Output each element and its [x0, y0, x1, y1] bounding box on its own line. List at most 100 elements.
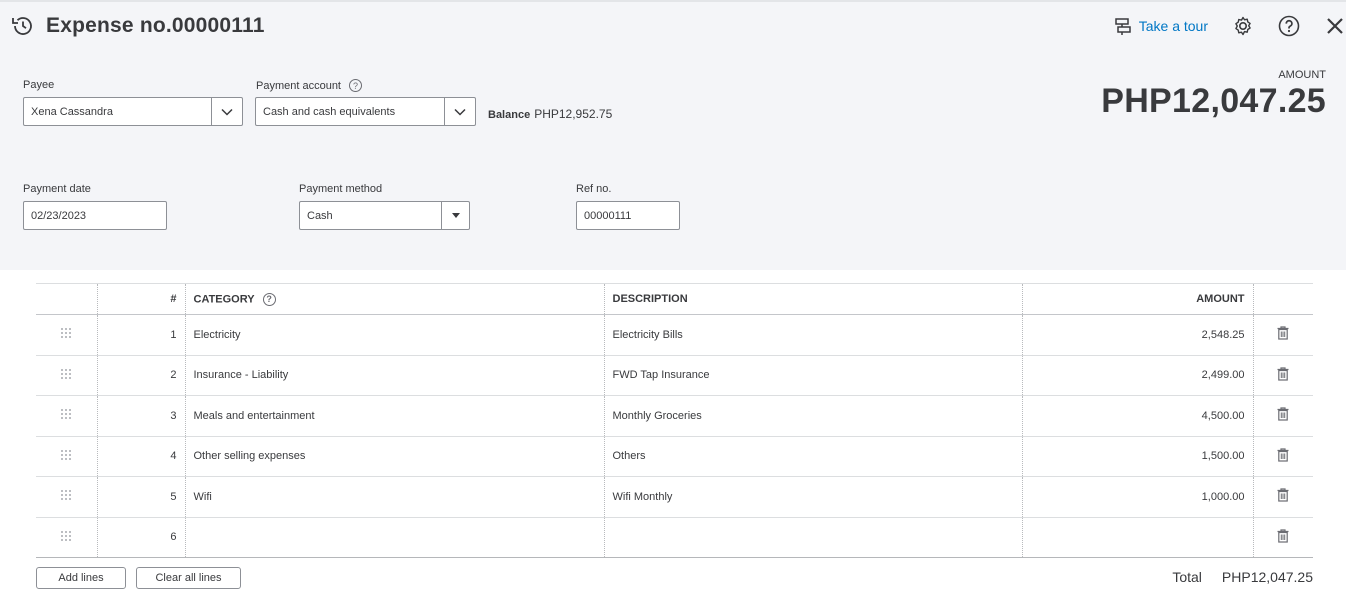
table-row[interactable]: 5 Wifi Wifi Monthly 1,000.00: [36, 476, 1313, 518]
line-number: 3: [97, 395, 186, 437]
help-icon[interactable]: ?: [349, 79, 362, 92]
take-a-tour-label: Take a tour: [1138, 18, 1208, 34]
amount-total: PHP12,047.25: [1101, 82, 1326, 120]
drag-handle[interactable]: [36, 436, 98, 477]
clear-all-lines-button[interactable]: Clear all lines: [136, 567, 241, 589]
payment-account-label-group: Payment account ?: [256, 79, 362, 92]
settings-button[interactable]: [1230, 13, 1256, 39]
help-button[interactable]: [1276, 13, 1302, 39]
trash-icon: [1277, 529, 1289, 543]
drag-handle[interactable]: [36, 355, 98, 396]
total-label: Total: [1172, 569, 1202, 585]
amount-cell[interactable]: 1,500.00: [1022, 436, 1254, 477]
ref-no-value: 00000111: [584, 209, 632, 222]
top-actions: Take a tour: [1113, 12, 1346, 40]
description-cell[interactable]: Others: [604, 436, 1023, 477]
drag-handle-icon: [61, 368, 72, 379]
table-row[interactable]: 4 Other selling expenses Others 1,500.00: [36, 436, 1313, 477]
category-cell[interactable]: Wifi: [185, 476, 605, 518]
payee-select[interactable]: Xena Cassandra: [23, 97, 243, 126]
category-cell[interactable]: [185, 517, 605, 558]
description-header: DESCRIPTION: [604, 283, 1023, 315]
chevron-down-icon: [454, 108, 466, 116]
payment-account-dropdown-button[interactable]: [444, 98, 475, 125]
trash-icon: [1277, 488, 1289, 502]
description-cell[interactable]: Electricity Bills: [604, 314, 1023, 356]
line-number: 1: [97, 314, 186, 356]
delete-line-button[interactable]: [1253, 355, 1313, 396]
drag-handle[interactable]: [36, 395, 98, 437]
trash-icon: [1277, 448, 1289, 462]
delete-line-button[interactable]: [1253, 395, 1313, 437]
description-cell[interactable]: Wifi Monthly: [604, 476, 1023, 518]
delete-column-header: [1253, 283, 1313, 315]
amount-cell[interactable]: 2,548.25: [1022, 314, 1254, 356]
trash-icon: [1277, 367, 1289, 381]
drag-handle-icon: [61, 449, 72, 460]
table-row[interactable]: 2 Insurance - Liability FWD Tap Insurance 2…: [36, 355, 1313, 396]
recurring-clock-icon[interactable]: [10, 13, 36, 39]
page-title: Expense no.00000111: [46, 14, 265, 37]
category-cell[interactable]: Other selling expenses: [185, 436, 605, 477]
delete-line-button[interactable]: [1253, 436, 1313, 477]
description-cell[interactable]: FWD Tap Insurance: [604, 355, 1023, 396]
delete-line-button[interactable]: [1253, 476, 1313, 518]
amount-cell[interactable]: 4,500.00: [1022, 395, 1254, 437]
help-icon: [1278, 15, 1300, 37]
take-a-tour-link[interactable]: Take a tour: [1113, 16, 1208, 36]
payment-date-value: 02/23/2023: [31, 209, 87, 222]
gear-icon: [1235, 16, 1251, 36]
drag-handle[interactable]: [36, 517, 98, 558]
category-cell[interactable]: Insurance - Liability: [185, 355, 605, 396]
caret-down-icon: [451, 212, 460, 218]
payment-method-select[interactable]: Cash: [299, 201, 470, 230]
line-number: 6: [97, 517, 186, 558]
add-lines-button[interactable]: Add lines: [36, 567, 126, 589]
total-value: PHP12,047.25: [1221, 569, 1313, 585]
payment-account-label: Payment account: [256, 79, 341, 92]
drag-column-header: [36, 283, 98, 315]
balance-label: Balance: [488, 109, 531, 121]
table-row[interactable]: 6: [36, 517, 1313, 558]
table-row[interactable]: 1 Electricity Electricity Bills 2,548.25: [36, 314, 1313, 356]
amount-label: AMOUNT: [1278, 69, 1326, 81]
help-icon[interactable]: ?: [262, 292, 276, 306]
category-details-table: # CATEGORY? DESCRIPTION AMOUNT 1 Electric…: [36, 283, 1313, 558]
drag-handle[interactable]: [36, 476, 98, 518]
category-header-label: CATEGORY: [193, 292, 255, 305]
table-row[interactable]: 3 Meals and entertainment Monthly Grocerie…: [36, 395, 1313, 437]
payment-date-input[interactable]: 02/23/2023: [23, 201, 167, 230]
amount-cell[interactable]: 1,000.00: [1022, 476, 1254, 518]
description-cell[interactable]: [604, 517, 1023, 558]
balance: Balance PHP12,952.75: [488, 107, 612, 121]
trash-icon: [1277, 407, 1289, 421]
chevron-down-icon: [221, 108, 233, 116]
close-icon: [1327, 18, 1343, 34]
signpost-icon: [1114, 18, 1131, 35]
payment-method-dropdown-button[interactable]: [441, 202, 469, 229]
drag-handle-icon: [61, 530, 72, 541]
payment-account-select[interactable]: Cash and cash equivalents: [255, 97, 476, 126]
drag-handle-icon: [61, 409, 72, 420]
payee-dropdown-button[interactable]: [211, 98, 242, 125]
close-button[interactable]: [1322, 13, 1346, 39]
total-row: Total PHP12,047.25: [1172, 569, 1313, 585]
description-cell[interactable]: Monthly Groceries: [604, 395, 1023, 437]
drag-handle[interactable]: [36, 314, 98, 356]
line-number: 5: [97, 476, 186, 518]
amount-cell[interactable]: [1022, 517, 1254, 558]
payment-method-label: Payment method: [299, 183, 383, 195]
amount-header: AMOUNT: [1022, 283, 1254, 315]
table-header-row: # CATEGORY? DESCRIPTION AMOUNT: [36, 283, 1313, 315]
delete-line-button[interactable]: [1253, 314, 1313, 356]
category-cell[interactable]: Electricity: [185, 314, 605, 356]
drag-handle-icon: [61, 328, 72, 339]
drag-handle-icon: [61, 490, 72, 501]
title-row: Expense no.00000111: [10, 12, 265, 40]
payment-date-label: Payment date: [23, 183, 91, 195]
ref-no-input[interactable]: 00000111: [576, 201, 680, 230]
payee-value: Xena Cassandra: [31, 105, 113, 118]
category-cell[interactable]: Meals and entertainment: [185, 395, 605, 437]
amount-cell[interactable]: 2,499.00: [1022, 355, 1254, 396]
delete-line-button[interactable]: [1253, 517, 1313, 558]
